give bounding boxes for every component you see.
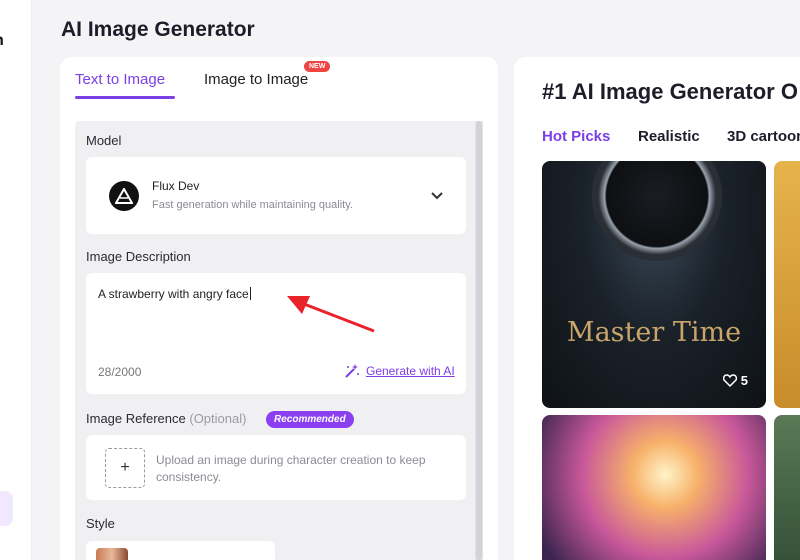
description-value: A strawberry with angry face: [98, 287, 251, 301]
gallery-image-partial[interactable]: [774, 415, 800, 560]
upload-hint: Upload an image during character creatio…: [156, 453, 426, 484]
image-overlay-text: Master Time: [566, 317, 742, 348]
model-selector[interactable]: Flux Dev Fast generation while maintaini…: [86, 157, 466, 234]
style-selector[interactable]: [86, 541, 275, 560]
like-count: 5: [740, 373, 748, 388]
model-name: Flux Dev: [152, 179, 200, 193]
like-counter[interactable]: 5: [722, 373, 748, 388]
sidebar-text-fragment: n: [0, 32, 4, 50]
page-title: AI Image Generator: [61, 18, 255, 41]
optional-label: (Optional): [189, 411, 247, 426]
active-tab-underline: [75, 96, 175, 99]
category-3d-cartoon[interactable]: 3D cartoon: [727, 128, 800, 145]
new-badge: NEW: [304, 61, 331, 72]
style-label: Style: [86, 516, 115, 531]
text-caret: [249, 287, 251, 300]
generate-with-ai-link[interactable]: Generate with AI: [344, 363, 455, 379]
gallery-image-partial[interactable]: [774, 161, 800, 408]
generate-with-ai-label: Generate with AI: [366, 364, 455, 378]
chevron-down-icon[interactable]: [429, 187, 445, 203]
description-textarea[interactable]: A strawberry with angry face 28/2000 Gen…: [86, 273, 466, 394]
gallery-panel: #1 AI Image Generator O Hot Picks Realis…: [514, 57, 800, 560]
upload-button[interactable]: +: [105, 448, 145, 488]
tab-image-to-image[interactable]: Image to Image: [204, 71, 308, 88]
watch-illustration: [592, 161, 722, 261]
gallery-image-portrait[interactable]: [542, 415, 766, 560]
gallery-image-watch[interactable]: Master Time 5: [542, 161, 766, 408]
character-counter: 28/2000: [98, 365, 142, 379]
image-description-label: Image Description: [86, 249, 191, 264]
model-label: Model: [86, 133, 122, 148]
category-realistic[interactable]: Realistic: [638, 128, 700, 145]
tab-label: Text to Image: [75, 71, 166, 88]
heart-icon: [722, 374, 737, 387]
scrollbar-thumb[interactable]: [476, 121, 482, 560]
sidebar-active-item[interactable]: [0, 491, 13, 526]
gallery-title: #1 AI Image Generator O: [542, 79, 798, 104]
style-thumbnail: [96, 548, 128, 560]
category-hot-picks[interactable]: Hot Picks: [542, 128, 610, 145]
annotation-arrow-icon: [287, 296, 375, 333]
image-reference-upload: + Upload an image during character creat…: [86, 435, 466, 500]
tab-label: Image to Image: [204, 71, 309, 88]
left-sidebar: n: [0, 0, 32, 560]
magic-wand-icon: [345, 364, 359, 378]
recommended-badge: Recommended: [266, 411, 354, 428]
image-reference-label: Image Reference (Optional): [86, 411, 247, 426]
tab-text-to-image[interactable]: Text to Image: [75, 71, 175, 99]
model-description: Fast generation while maintaining qualit…: [152, 199, 353, 211]
flux-logo-icon: [109, 181, 139, 211]
